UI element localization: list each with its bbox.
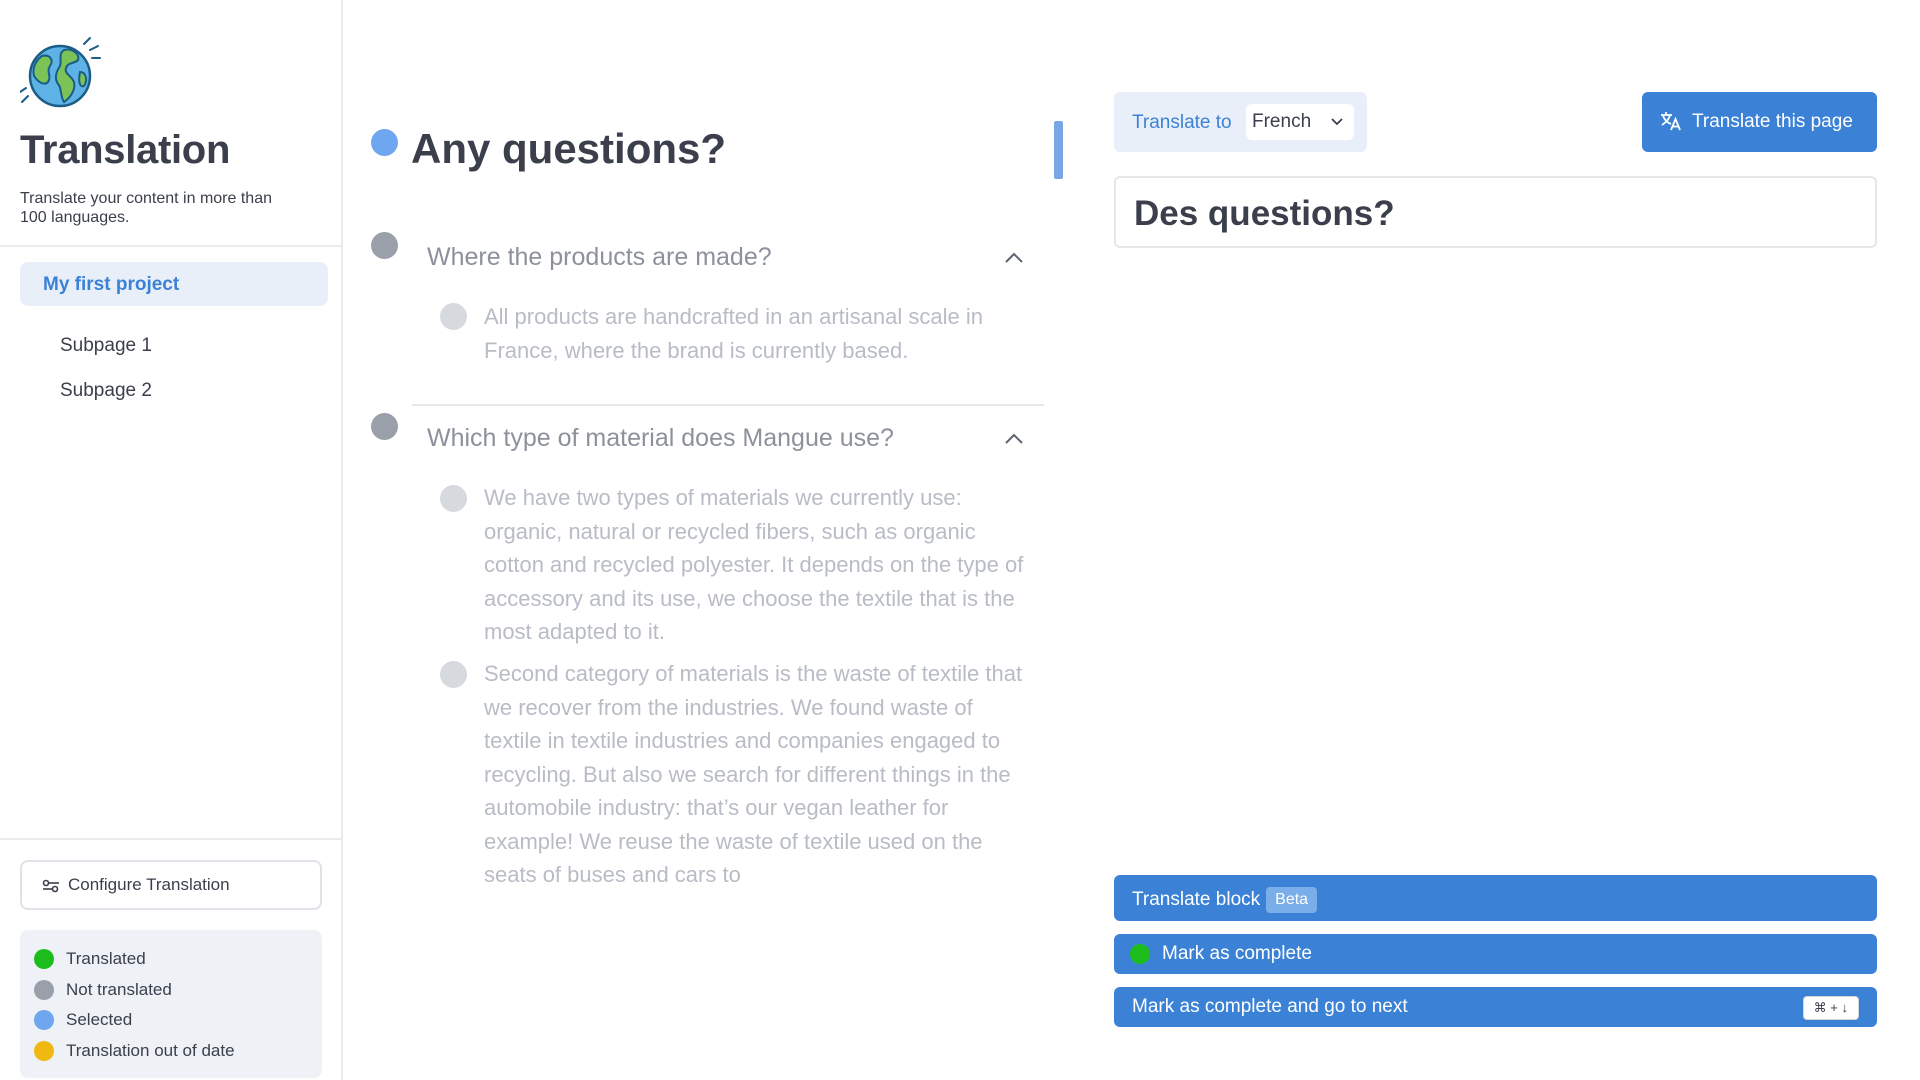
sidebar-item-subpage-2[interactable]: Subpage 2 bbox=[60, 380, 152, 402]
status-legend: Translated Not translated Selected Trans… bbox=[20, 930, 322, 1078]
keyboard-shortcut-badge: ⌘ + ↓ bbox=[1802, 996, 1859, 1020]
translated-dot-icon bbox=[1130, 944, 1150, 964]
mark-complete-next-button[interactable]: Mark as complete and go to next ⌘ + ↓ bbox=[1114, 987, 1877, 1027]
not-translated-dot-icon bbox=[34, 979, 54, 1000]
translated-dot-icon bbox=[34, 949, 54, 970]
faq-question-1[interactable]: Where the products are made? bbox=[427, 243, 772, 272]
translate-to-label: Translate to bbox=[1132, 112, 1232, 133]
legend-label: Translated bbox=[66, 949, 146, 969]
settings-sliders-icon bbox=[42, 878, 60, 898]
translation-editor[interactable]: Des questions? bbox=[1114, 176, 1877, 248]
chevron-up-icon[interactable] bbox=[1003, 251, 1025, 265]
legend-item-not-translated: Not translated bbox=[34, 975, 322, 1006]
divider bbox=[0, 245, 341, 247]
faq-answer-1[interactable]: All products are handcrafted in an artis… bbox=[484, 300, 1024, 367]
divider bbox=[412, 404, 1044, 406]
legend-item-out-of-date: Translation out of date bbox=[34, 1036, 322, 1067]
legend-label: Selected bbox=[66, 1010, 133, 1030]
not-translated-block-dot-icon[interactable] bbox=[440, 661, 467, 688]
globe-icon bbox=[19, 36, 104, 110]
language-value: French bbox=[1252, 111, 1312, 132]
translate-page-button[interactable]: Translate this page bbox=[1642, 92, 1877, 152]
divider bbox=[0, 838, 341, 840]
configure-translation-label: Configure Translation bbox=[68, 875, 230, 894]
faq-question-2[interactable]: Which type of material does Mangue use? bbox=[427, 424, 894, 453]
sidebar-item-my-first-project[interactable]: My first project bbox=[20, 262, 328, 306]
sidebar: Translation Translate your content in mo… bbox=[0, 0, 343, 1080]
legend-item-translated: Translated bbox=[34, 944, 322, 975]
configure-translation-button[interactable]: Configure Translation bbox=[20, 860, 322, 910]
out-of-date-dot-icon bbox=[34, 1040, 54, 1061]
sidebar-item-subpage-1[interactable]: Subpage 1 bbox=[60, 335, 152, 357]
not-translated-block-dot-icon[interactable] bbox=[440, 303, 467, 330]
translate-page-label: Translate this page bbox=[1692, 111, 1853, 132]
not-translated-block-dot-icon[interactable] bbox=[371, 413, 398, 440]
mark-complete-next-label: Mark as complete and go to next bbox=[1132, 996, 1408, 1017]
language-picker: Translate to French bbox=[1114, 92, 1367, 152]
not-translated-block-dot-icon[interactable] bbox=[371, 232, 398, 259]
selected-block-dot-icon[interactable] bbox=[371, 129, 398, 156]
scrollbar-thumb[interactable] bbox=[1054, 121, 1063, 179]
legend-item-selected: Selected bbox=[34, 1005, 322, 1036]
chevron-up-icon[interactable] bbox=[1003, 432, 1025, 446]
language-select[interactable]: French bbox=[1246, 104, 1354, 140]
app-title: Translation bbox=[20, 128, 231, 172]
chevron-down-icon bbox=[1331, 118, 1343, 126]
translate-block-label: Translate block bbox=[1132, 889, 1261, 910]
app-subtitle: Translate your content in more than 100 … bbox=[20, 190, 272, 226]
selected-dot-icon bbox=[34, 1010, 54, 1031]
legend-label: Translation out of date bbox=[66, 1040, 235, 1060]
translate-block-button[interactable]: Translate block Beta bbox=[1114, 875, 1877, 921]
beta-badge: Beta bbox=[1266, 887, 1318, 913]
source-heading[interactable]: Any questions? bbox=[411, 125, 726, 173]
mark-complete-label: Mark as complete bbox=[1162, 943, 1312, 964]
translated-heading[interactable]: Des questions? bbox=[1134, 194, 1395, 234]
not-translated-block-dot-icon[interactable] bbox=[440, 485, 467, 512]
faq-answer-2a[interactable]: We have two types of materials we curren… bbox=[484, 481, 1024, 649]
legend-label: Not translated bbox=[66, 979, 172, 999]
translate-icon bbox=[1661, 112, 1681, 131]
mark-complete-button[interactable]: Mark as complete bbox=[1114, 934, 1877, 974]
faq-answer-2b[interactable]: Second category of materials is the wast… bbox=[484, 657, 1024, 892]
